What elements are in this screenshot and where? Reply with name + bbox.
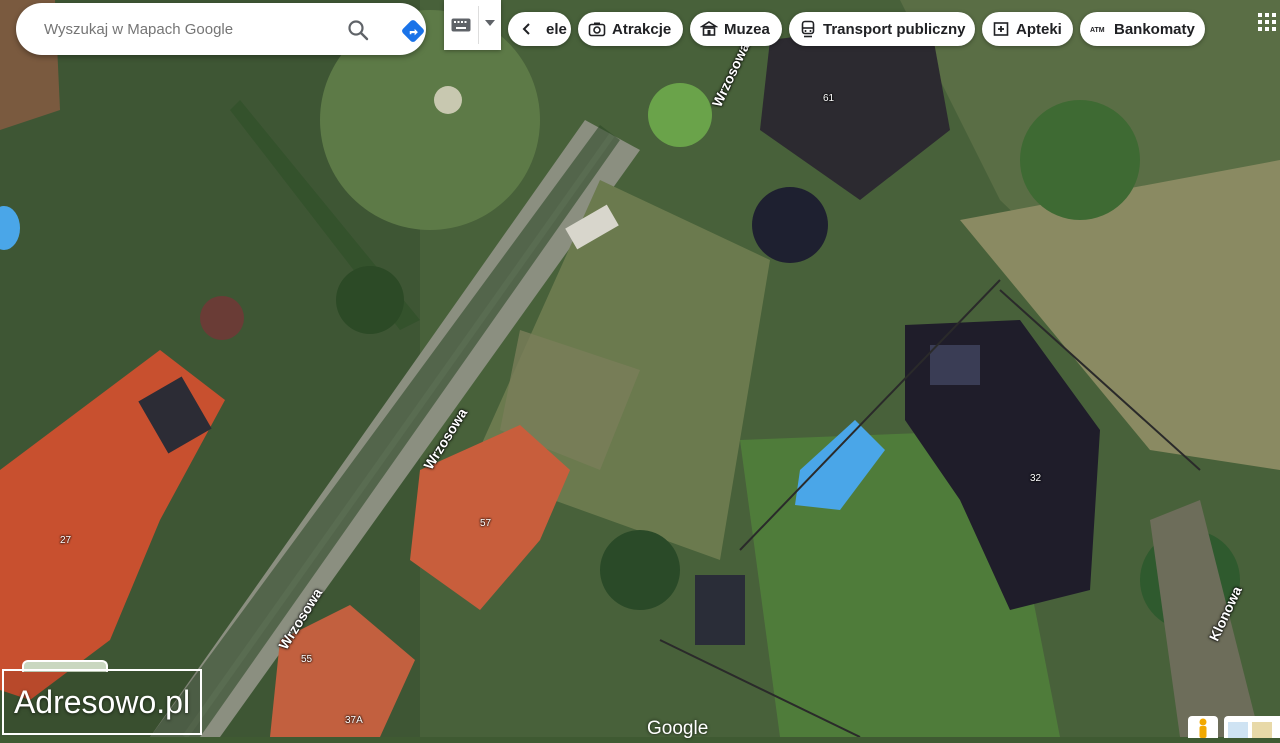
chip-museums[interactable]: Muzea [690,12,782,46]
map-thumbnail-icon [1228,722,1272,738]
keyboard-icon [451,18,471,32]
chip-atms[interactable]: ATM Bankomaty [1080,12,1205,46]
chip-label: ele [546,20,567,38]
minimap-thumbnails[interactable] [1224,716,1280,738]
apps-grid-icon[interactable] [1257,12,1277,32]
chip-attractions[interactable]: Atrakcje [578,12,683,46]
street-view-pegman[interactable] [1188,716,1218,738]
house-number: 37A [345,715,363,726]
search-input[interactable] [42,19,316,39]
pharmacy-icon [993,22,1009,36]
input-tools-button[interactable] [444,0,501,50]
chevron-down-icon[interactable] [485,20,495,26]
pegman-icon [1199,718,1207,738]
directions-icon[interactable] [400,18,426,44]
chip-label: Transport publiczny [823,20,966,38]
chip-pharmacies[interactable]: Apteki [982,12,1073,46]
atm-icon: ATM [1090,27,1105,34]
museum-icon [700,21,718,36]
chip-label: Muzea [724,20,770,38]
camera-icon [588,22,606,37]
search-icon[interactable] [346,18,370,42]
watermark: Adresowo.pl [2,669,202,735]
chip-label: Bankomaty [1114,20,1195,38]
chip-label: Atrakcje [612,20,672,38]
house-number: 32 [1030,473,1042,484]
chip-previous[interactable]: ele [508,12,571,46]
svg-text:ATM: ATM [1090,27,1105,34]
house-number: 61 [823,93,835,104]
house-number: 27 [60,535,72,546]
train-icon [801,20,815,38]
chip-label: Apteki [1016,20,1062,38]
house-number: 55 [301,654,313,665]
search-box [16,3,426,55]
prev-arrow-icon[interactable] [518,20,536,38]
satellite-map[interactable] [0,0,1280,737]
house-number: 57 [480,518,492,529]
chip-public-transport[interactable]: Transport publiczny [789,12,975,46]
